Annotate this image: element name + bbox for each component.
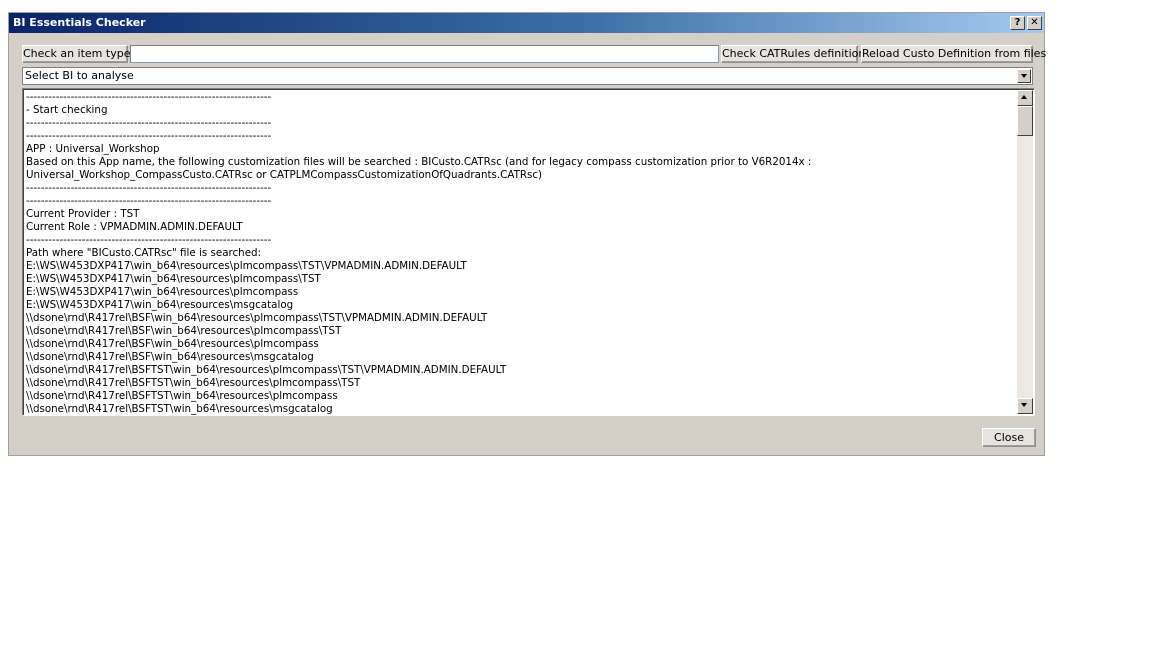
log-line: ----------------------------------------…: [26, 117, 272, 129]
arrow-up-icon: [1021, 95, 1027, 99]
chevron-down-icon: [1021, 74, 1027, 78]
log-line: \\dsone\rnd\R417rel\BSF\win_b64\resource…: [26, 351, 314, 363]
log-line: Path where "BICusto.CATRsc" file is sear…: [26, 247, 262, 259]
log-line: \\dsone\rnd\R417rel\BSF\win_b64\resource…: [26, 312, 488, 324]
check-item-type-button[interactable]: Check an item type: [22, 45, 130, 63]
window-title: BI Essentials Checker: [13, 16, 146, 29]
check-catrules-button[interactable]: Check CATRules definition: [721, 45, 865, 63]
log-line: ----------------------------------------…: [26, 195, 272, 207]
log-line: ----------------------------------------…: [26, 91, 272, 103]
log-line: \\dsone\rnd\R417rel\BSFTST\win_b64\resou…: [26, 390, 338, 402]
log-line: Current Provider : TST: [26, 208, 140, 220]
bi-select-dropdown[interactable]: Select BI to analyse: [22, 67, 1033, 85]
log-vertical-scrollbar[interactable]: [1017, 90, 1033, 414]
arrow-down-icon: [1021, 403, 1027, 407]
help-button[interactable]: ?: [1010, 16, 1025, 30]
close-button[interactable]: Close: [982, 428, 1036, 447]
title-bar[interactable]: BI Essentials Checker ? ✕: [9, 13, 1044, 33]
log-line: APP : Universal_Workshop: [26, 143, 160, 155]
log-line: \\dsone\rnd\R417rel\BSF\win_b64\resource…: [26, 325, 342, 337]
log-output-area[interactable]: ----------------------------------------…: [22, 88, 1035, 416]
log-line: E:\WS\W453DXP417\win_b64\resources\msgca…: [26, 299, 294, 311]
log-line: \\dsone\rnd\R417rel\BSFTST\win_b64\resou…: [26, 364, 507, 376]
log-line: Current Role : VPMADMIN.ADMIN.DEFAULT: [26, 221, 243, 233]
log-line: E:\WS\W453DXP417\win_b64\resources\plmco…: [26, 286, 299, 298]
log-line: ----------------------------------------…: [26, 130, 272, 142]
scroll-down-button[interactable]: [1017, 398, 1033, 414]
log-line: \\dsone\rnd\R417rel\BSFTST\win_b64\resou…: [26, 403, 333, 415]
log-line: E:\WS\W453DXP417\win_b64\resources\plmco…: [26, 260, 467, 272]
close-window-button[interactable]: ✕: [1027, 16, 1042, 30]
scroll-up-button[interactable]: [1017, 90, 1033, 106]
dropdown-arrow-button[interactable]: [1017, 69, 1031, 83]
log-line: ----------------------------------------…: [26, 182, 272, 194]
log-text: ----------------------------------------…: [26, 91, 1016, 415]
reload-custo-button[interactable]: Reload Custo Definition from files: [861, 45, 1046, 63]
log-line: E:\WS\W453DXP417\win_b64\resources\plmco…: [26, 273, 321, 285]
log-line: - Start checking: [26, 104, 108, 116]
log-line: ----------------------------------------…: [26, 234, 272, 246]
bi-select-value: Select BI to analyse: [25, 69, 134, 82]
bi-essentials-checker-dialog: BI Essentials Checker ? ✕ Check an item …: [8, 12, 1046, 456]
log-line: \\dsone\rnd\R417rel\BSFTST\win_b64\resou…: [26, 377, 361, 389]
log-line: \\dsone\rnd\R417rel\BSF\win_b64\resource…: [26, 338, 319, 350]
scroll-thumb[interactable]: [1017, 106, 1033, 136]
log-line: Based on this App name, the following cu…: [26, 156, 815, 181]
item-type-input[interactable]: [130, 45, 719, 63]
